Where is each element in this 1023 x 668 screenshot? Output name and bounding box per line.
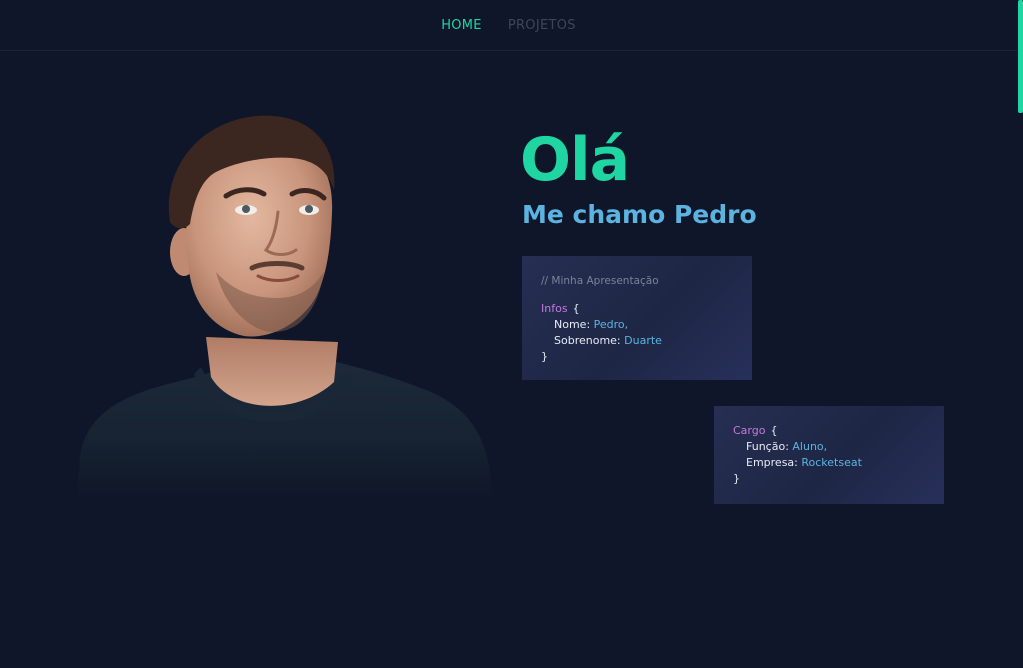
code-field-key: Sobrenome: <box>554 334 621 347</box>
scrollbar-thumb[interactable] <box>1018 0 1023 113</box>
code-close-line: } <box>541 349 733 365</box>
code-object-name: Cargo <box>733 424 766 437</box>
nav-link-home[interactable]: HOME <box>441 16 482 35</box>
code-open-brace: { <box>770 424 778 437</box>
code-open-brace: { <box>572 302 580 315</box>
code-comment: // Minha Apresentação <box>541 275 659 287</box>
hero-greeting: Olá <box>520 125 630 195</box>
code-field-line: Função: Aluno, <box>733 439 925 455</box>
code-field-key: Empresa: <box>746 456 798 469</box>
code-field-value: Rocketseat <box>801 456 862 469</box>
code-field-value: Pedro, <box>593 318 629 331</box>
profile-portrait-image <box>66 115 506 512</box>
page: HOME PROJETOS Olá Me chamo Pedro // Minh… <box>0 0 1023 668</box>
code-field-key: Nome: <box>554 318 591 331</box>
code-card-cargo: Cargo { Função: Aluno, Empresa: Rocketsea… <box>714 406 944 504</box>
scrollbar[interactable] <box>1017 0 1023 668</box>
code-field-value: Duarte <box>624 334 662 347</box>
code-field-line: Empresa: Rocketseat <box>733 455 925 471</box>
code-card-infos: // Minha Apresentação Infos { Nome: Pedro… <box>522 256 752 380</box>
code-close-brace: } <box>541 350 548 363</box>
code-field-key: Função: <box>746 440 789 453</box>
hero-subtitle: Me chamo Pedro <box>522 200 757 229</box>
code-object-line: Cargo { <box>733 423 925 439</box>
code-close-line: } <box>733 471 925 487</box>
code-object-line: Infos { <box>541 301 733 317</box>
code-field-line: Sobrenome: Duarte <box>541 333 733 349</box>
top-navbar: HOME PROJETOS <box>0 0 1017 51</box>
nav-link-projetos[interactable]: PROJETOS <box>508 16 576 35</box>
code-object-name: Infos <box>541 302 568 315</box>
code-field-line: Nome: Pedro, <box>541 317 733 333</box>
code-close-brace: } <box>733 472 740 485</box>
code-field-value: Aluno, <box>792 440 828 453</box>
